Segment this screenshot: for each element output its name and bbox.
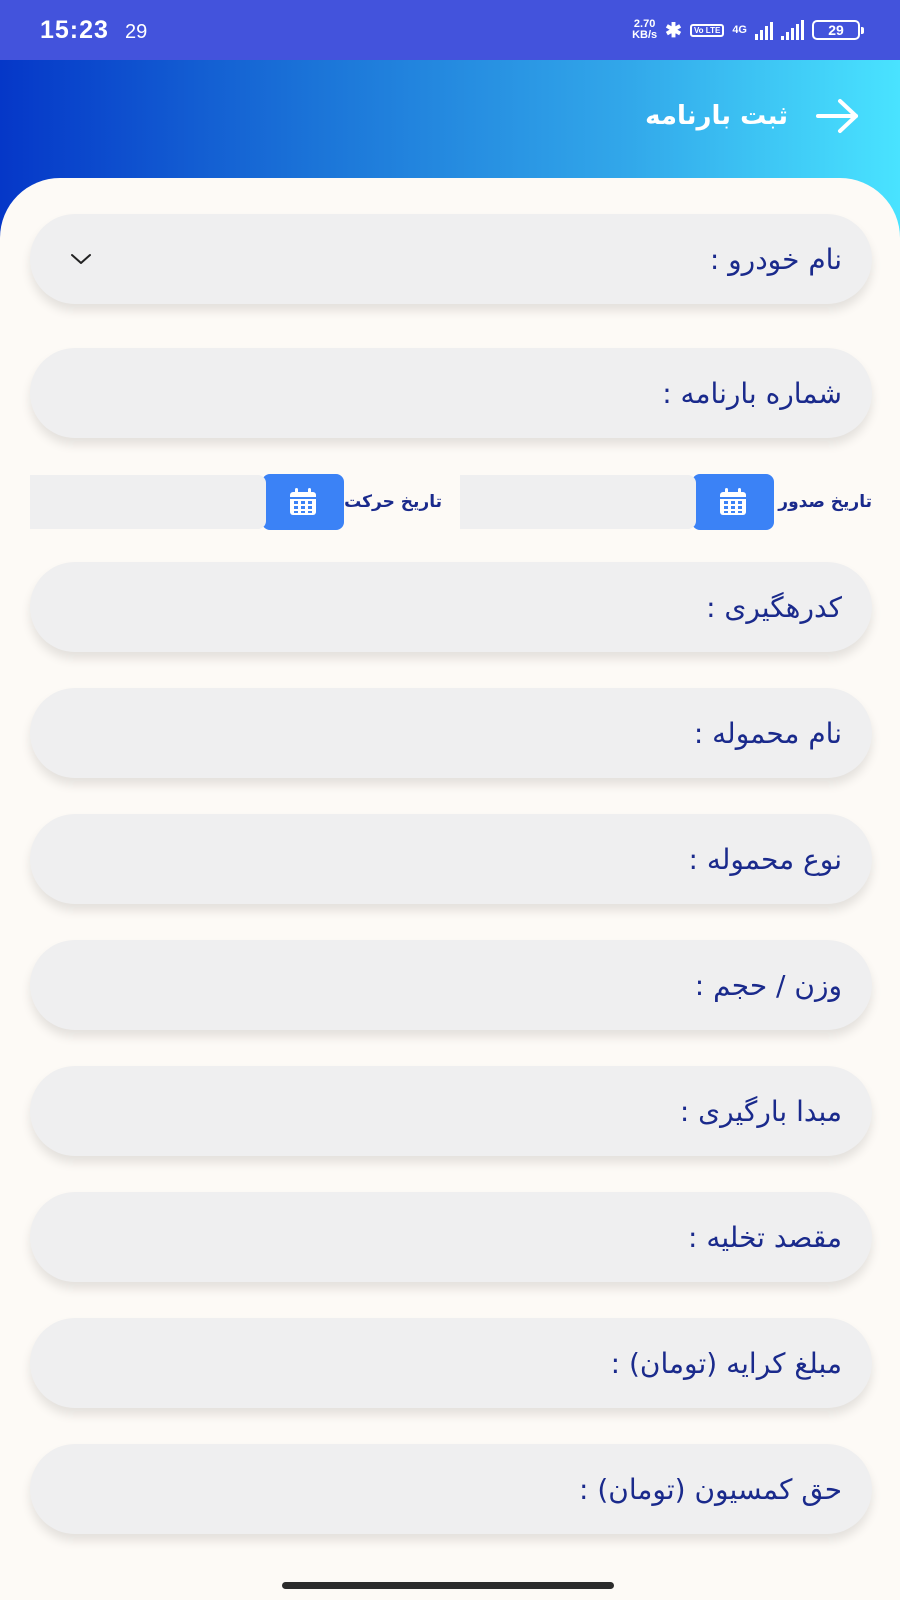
- chevron-down-icon[interactable]: [70, 252, 92, 266]
- cargo-type-label: نوع محموله :: [688, 842, 842, 876]
- tracking-code-label: کدرهگیری :: [706, 590, 842, 624]
- destination-field[interactable]: مقصد تخلیه :: [30, 1192, 872, 1282]
- origin-label: مبدا بارگیری :: [679, 1094, 842, 1128]
- issue-date-group: تاریخ صدور: [460, 474, 872, 530]
- bill-number-field[interactable]: شماره بارنامه :: [30, 348, 872, 438]
- cargo-name-field[interactable]: نام محموله :: [30, 688, 872, 778]
- calendar-icon: [290, 488, 316, 515]
- header-content: ثبت بارنامه: [645, 96, 862, 136]
- tracking-code-field[interactable]: کدرهگیری :: [30, 562, 872, 652]
- arrow-right-icon[interactable]: [814, 96, 862, 136]
- move-date-input[interactable]: [30, 475, 266, 529]
- issue-date-label: تاریخ صدور: [778, 492, 872, 512]
- fare-field[interactable]: مبلغ کرایه (تومان) :: [30, 1318, 872, 1408]
- signal-icon-sim2: [781, 20, 804, 40]
- signal-icon-sim1: [755, 20, 773, 40]
- date-row: تاریخ صدور تاریخ حرکت: [30, 474, 872, 530]
- status-extra-indicator: 29: [124, 20, 148, 43]
- vehicle-name-label: نام خودرو :: [709, 242, 842, 276]
- status-time: 15:23: [40, 15, 109, 44]
- cargo-type-field[interactable]: نوع محموله :: [30, 814, 872, 904]
- issue-date-button[interactable]: [692, 474, 774, 530]
- cargo-name-label: نام محموله :: [693, 716, 842, 750]
- network-speed: 2.70 KB/s: [632, 19, 657, 41]
- move-date-group: تاریخ حرکت: [30, 474, 442, 530]
- network-type: 4G: [732, 23, 747, 36]
- weight-volume-field[interactable]: وزن / حجم :: [30, 940, 872, 1030]
- status-left: 15:23 29: [40, 16, 147, 45]
- origin-field[interactable]: مبدا بارگیری :: [30, 1066, 872, 1156]
- battery-icon: 29: [812, 20, 864, 40]
- bluetooth-icon: ✱: [665, 19, 682, 42]
- vehicle-name-select[interactable]: نام خودرو :: [30, 214, 872, 304]
- network-speed-unit: KB/s: [632, 29, 658, 41]
- page-title: ثبت بارنامه: [645, 101, 788, 131]
- weight-volume-label: وزن / حجم :: [694, 968, 842, 1002]
- calendar-icon: [720, 488, 746, 515]
- destination-label: مقصد تخلیه :: [688, 1220, 842, 1254]
- fare-label: مبلغ کرایه (تومان) :: [610, 1346, 842, 1380]
- status-icons: 2.70 KB/s ✱ Vo LTE 4G 29: [632, 18, 864, 43]
- move-date-label: تاریخ حرکت: [344, 492, 442, 512]
- commission-label: حق کمسیون (تومان) :: [579, 1472, 842, 1506]
- issue-date-input[interactable]: [460, 475, 696, 529]
- status-bar: 15:23 29 2.70 KB/s ✱ Vo LTE 4G 29: [0, 0, 900, 60]
- volte-icon: Vo LTE: [689, 23, 725, 37]
- home-indicator[interactable]: [282, 1582, 614, 1589]
- bill-number-label: شماره بارنامه :: [662, 376, 842, 410]
- move-date-button[interactable]: [262, 474, 344, 530]
- commission-field[interactable]: حق کمسیون (تومان) :: [30, 1444, 872, 1534]
